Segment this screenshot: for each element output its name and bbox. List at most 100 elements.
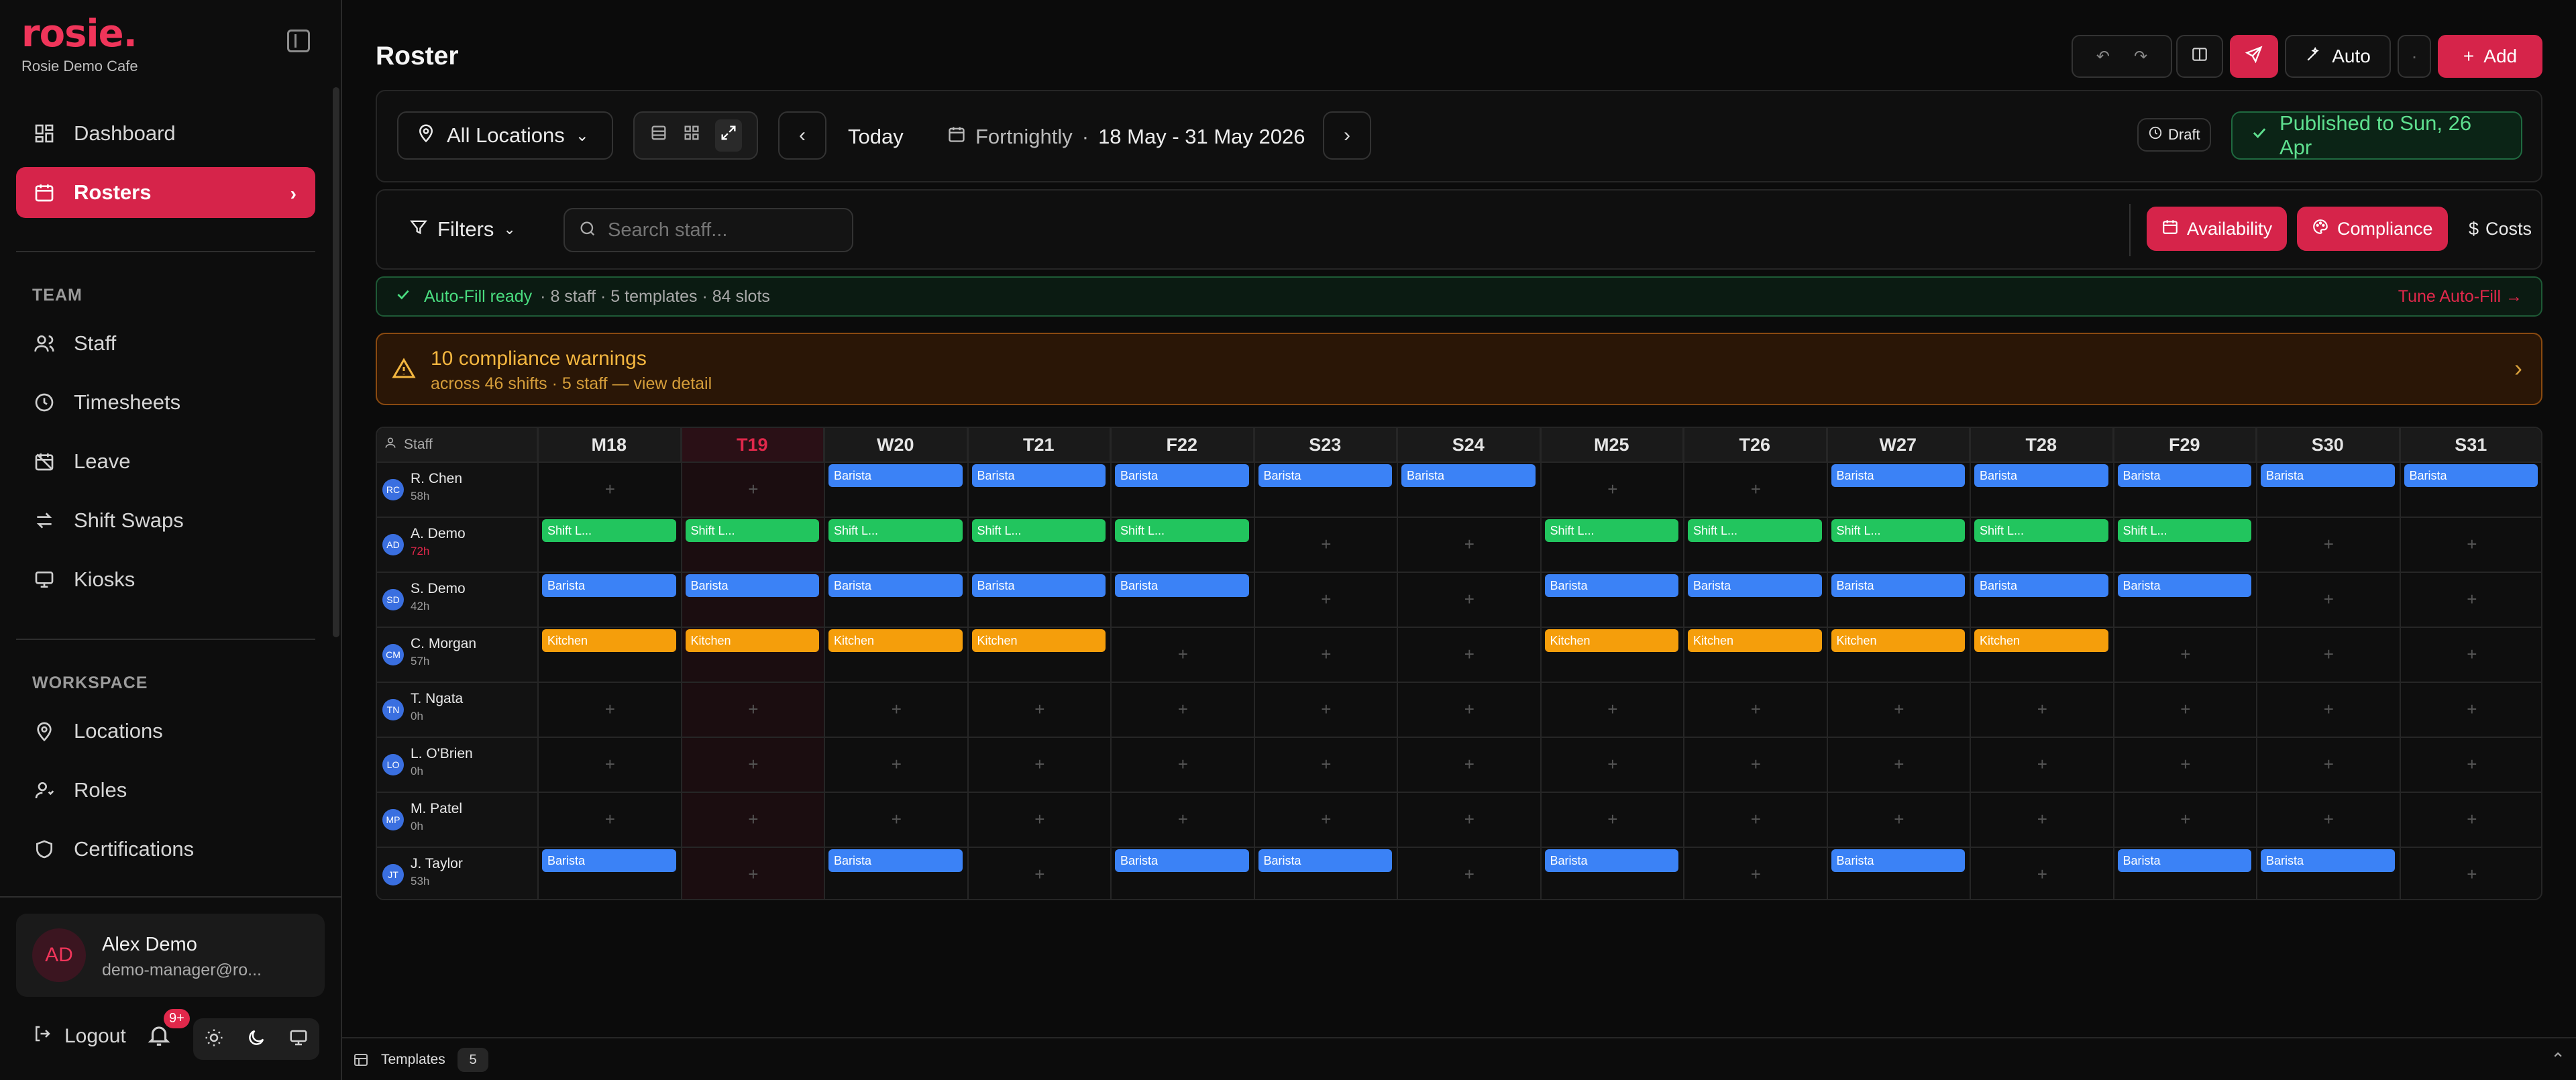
shift-block[interactable]: Barista [1831, 849, 1965, 872]
shift-block[interactable]: Barista [1688, 574, 1822, 597]
add-shift-icon[interactable]: + [748, 699, 758, 720]
shift-block[interactable]: Barista [685, 574, 819, 597]
shift-block[interactable]: Kitchen [828, 629, 963, 652]
moon-icon[interactable] [246, 1028, 266, 1051]
sidebar-item-shift-swaps[interactable]: Shift Swaps [16, 495, 315, 546]
add-shift-icon[interactable]: + [2324, 699, 2334, 720]
shift-block[interactable]: Barista [2117, 464, 2251, 487]
add-shift-icon[interactable]: + [2467, 754, 2477, 775]
add-shift-icon[interactable]: + [605, 479, 615, 500]
shift-block[interactable]: Barista [1258, 464, 1392, 487]
publish-button[interactable] [2230, 35, 2278, 78]
shift-block[interactable]: Shift L... [1974, 519, 2108, 542]
add-shift-icon[interactable]: + [1607, 754, 1617, 775]
add-shift-icon[interactable]: + [2180, 644, 2190, 665]
add-shift-icon[interactable]: + [2037, 809, 2047, 830]
add-shift-icon[interactable]: + [1751, 754, 1761, 775]
system-theme-icon[interactable] [288, 1028, 309, 1051]
shift-block[interactable]: Kitchen [1688, 629, 1822, 652]
day-header[interactable]: S23 [1254, 428, 1397, 462]
add-shift-icon[interactable]: + [2037, 754, 2047, 775]
location-select[interactable]: All Locations ⌄ [397, 111, 613, 160]
shift-block[interactable]: Shift L... [2117, 519, 2251, 542]
add-shift-icon[interactable]: + [2324, 809, 2334, 830]
add-shift-icon[interactable]: + [1034, 699, 1044, 720]
add-shift-icon[interactable]: + [1894, 699, 1904, 720]
add-shift-icon[interactable]: + [1607, 699, 1617, 720]
shift-block[interactable]: Kitchen [685, 629, 819, 652]
add-shift-icon[interactable]: + [2324, 644, 2334, 665]
shift-block[interactable]: Barista [2261, 849, 2395, 872]
user-card[interactable]: AD Alex Demo demo-manager@ro... [16, 914, 325, 997]
add-shift-icon[interactable]: + [2467, 534, 2477, 555]
prev-period-button[interactable]: ‹ [778, 111, 826, 160]
sidebar-item-rosters[interactable]: Rosters › [16, 167, 315, 218]
day-header[interactable]: W20 [824, 428, 968, 462]
add-shift-icon[interactable]: + [2037, 864, 2047, 885]
sidebar-item-leave[interactable]: Leave [16, 436, 315, 487]
shift-block[interactable]: Shift L... [1688, 519, 1822, 542]
staff-name[interactable]: S. Demo [411, 581, 466, 597]
day-header[interactable]: F29 [2113, 428, 2257, 462]
add-shift-icon[interactable]: + [1607, 479, 1617, 500]
add-shift-icon[interactable]: + [1751, 809, 1761, 830]
add-shift-icon[interactable]: + [748, 479, 758, 500]
shift-block[interactable]: Barista [1258, 849, 1392, 872]
day-header[interactable]: T19 [681, 428, 824, 462]
shift-block[interactable]: Barista [1115, 464, 1249, 487]
add-shift-icon[interactable]: + [2467, 699, 2477, 720]
shift-block[interactable]: Shift L... [542, 519, 676, 542]
add-shift-icon[interactable]: + [2467, 809, 2477, 830]
add-shift-icon[interactable]: + [1894, 809, 1904, 830]
add-shift-icon[interactable]: + [2180, 699, 2190, 720]
add-shift-icon[interactable]: + [1464, 644, 1474, 665]
theme-switcher[interactable] [193, 1018, 319, 1060]
shift-block[interactable]: Barista [1544, 574, 1678, 597]
add-shift-icon[interactable]: + [1178, 644, 1188, 665]
add-shift-icon[interactable]: + [605, 754, 615, 775]
day-header[interactable]: S30 [2257, 428, 2400, 462]
add-shift-icon[interactable]: + [1321, 699, 1331, 720]
add-shift-icon[interactable]: + [748, 809, 758, 830]
shift-block[interactable]: Barista [971, 464, 1106, 487]
tune-autofill-link[interactable]: Tune Auto-Fill → [2398, 287, 2522, 307]
shift-block[interactable]: Shift L... [971, 519, 1106, 542]
staff-name[interactable]: L. O'Brien [411, 746, 473, 762]
add-shift-icon[interactable]: + [2467, 864, 2477, 885]
add-shift-icon[interactable]: + [1321, 589, 1331, 610]
redo-icon[interactable]: ↷ [2134, 47, 2147, 66]
templates-label[interactable]: Templates [381, 1052, 445, 1068]
logout-button[interactable]: Logout [32, 1024, 126, 1049]
shift-block[interactable]: Barista [1544, 849, 1678, 872]
shift-block[interactable]: Barista [1115, 574, 1249, 597]
today-button[interactable]: Today [848, 125, 904, 149]
shift-block[interactable]: Shift L... [1544, 519, 1678, 542]
add-shift-icon[interactable]: + [1034, 809, 1044, 830]
add-shift-icon[interactable]: + [2324, 534, 2334, 555]
search-input[interactable] [564, 208, 853, 252]
grid-view-icon[interactable] [682, 123, 701, 148]
add-shift-icon[interactable]: + [605, 809, 615, 830]
day-header[interactable]: F22 [1111, 428, 1254, 462]
shift-block[interactable]: Barista [1831, 574, 1965, 597]
add-shift-icon[interactable]: + [892, 809, 902, 830]
add-shift-icon[interactable]: + [1894, 754, 1904, 775]
chevron-up-icon[interactable]: ⌃ [2551, 1049, 2565, 1070]
day-header[interactable]: T26 [1684, 428, 1827, 462]
add-shift-icon[interactable]: + [1607, 809, 1617, 830]
compliance-toggle[interactable]: Compliance [2297, 207, 2448, 251]
add-shift-icon[interactable]: + [1464, 589, 1474, 610]
shift-block[interactable]: Kitchen [1974, 629, 2108, 652]
shift-block[interactable]: Barista [971, 574, 1106, 597]
add-shift-icon[interactable]: + [1751, 479, 1761, 500]
auto-button[interactable]: Auto [2285, 35, 2391, 78]
add-shift-icon[interactable]: + [892, 699, 902, 720]
add-shift-icon[interactable]: + [2324, 754, 2334, 775]
sun-icon[interactable] [204, 1028, 224, 1051]
filters-button[interactable]: Filters ⌄ [409, 217, 516, 241]
staff-name[interactable]: T. Ngata [411, 691, 463, 707]
shift-block[interactable]: Barista [828, 464, 963, 487]
shift-block[interactable]: Barista [1974, 574, 2108, 597]
shift-block[interactable]: Barista [2261, 464, 2395, 487]
search-field[interactable] [608, 219, 829, 241]
